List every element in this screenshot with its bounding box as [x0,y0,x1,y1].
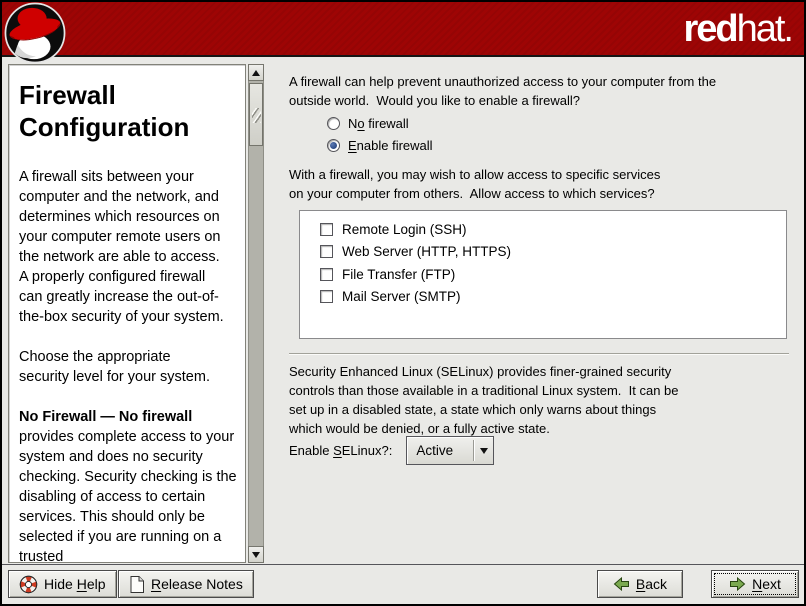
help-paragraph-3: No Firewall — No firewall provides compl… [19,407,237,563]
help-paragraph-3-bold: No Firewall — No firewall [19,409,192,425]
help-scrollbar[interactable] [248,64,264,563]
service-row-smtp[interactable]: Mail Server (SMTP) [320,286,786,309]
selinux-label: Enable SELinux?: [289,443,392,458]
checkbox-icon[interactable] [320,268,333,281]
next-button[interactable]: Next [711,570,799,598]
redhat-shadowman-logo-icon [4,2,66,64]
help-paragraph-3-rest: provides complete access to your system … [19,409,241,563]
wordmark-hat: hat. [737,8,792,50]
arrow-right-icon [729,577,746,591]
service-label: Web Server (HTTP, HTTPS) [342,244,511,259]
help-text-area: Firewall Configuration A firewall sits b… [8,64,246,563]
help-paragraph-2: Choose the appropriate security level fo… [19,347,237,387]
button-bar: Hide Help Release Notes Back Next [2,564,804,604]
help-title: Firewall Configuration [19,79,237,143]
scrollbar-grip-icon [252,108,261,123]
service-row-web[interactable]: Web Server (HTTP, HTTPS) [320,241,786,264]
redhat-wordmark: redhat. [683,10,792,48]
services-list: Remote Login (SSH) Web Server (HTTP, HTT… [299,210,787,339]
help-paragraph-1: A firewall sits between your computer an… [19,167,237,327]
scroll-down-button[interactable] [248,546,264,563]
radio-no-firewall[interactable]: No firewall [327,112,433,134]
hide-help-label: Hide Help [44,576,106,592]
firewall-config-area: A firewall can help prevent unauthorized… [282,64,798,506]
back-button[interactable]: Back [597,570,683,598]
service-row-ssh[interactable]: Remote Login (SSH) [320,218,786,241]
selinux-description-text: Security Enhanced Linux (SELinux) provid… [289,362,679,438]
selinux-dropdown-value: Active [407,437,473,464]
document-icon [129,575,145,594]
top-banner: redhat. [2,2,804,57]
firewall-intro-text: A firewall can help prevent unauthorized… [289,72,716,110]
selinux-dropdown[interactable]: Active [406,436,494,465]
arrow-down-icon [252,552,260,558]
firewall-radio-group: No firewall Enable firewall [327,112,433,156]
chevron-down-icon [474,437,493,464]
hide-help-button[interactable]: Hide Help [8,570,117,598]
back-label: Back [636,576,667,592]
radio-enable-firewall[interactable]: Enable firewall [327,134,433,156]
checkbox-icon[interactable] [320,245,333,258]
life-ring-icon [19,575,38,594]
scrollbar-trough[interactable] [248,81,264,546]
next-label: Next [752,576,781,592]
release-notes-label: Release Notes [151,576,243,592]
horizontal-separator [289,353,789,355]
release-notes-button[interactable]: Release Notes [118,570,254,598]
radio-no-firewall-label: No firewall [348,116,409,131]
checkbox-icon[interactable] [320,290,333,303]
arrow-left-icon [613,577,630,591]
service-label: File Transfer (FTP) [342,267,455,282]
help-panel: Firewall Configuration A firewall sits b… [8,64,264,563]
scrollbar-thumb[interactable] [249,83,263,146]
services-question-text: With a firewall, you may wish to allow a… [289,165,660,203]
selinux-setting-row: Enable SELinux?: Active [289,436,494,465]
radio-button-icon[interactable] [327,117,340,130]
service-row-ftp[interactable]: File Transfer (FTP) [320,263,786,286]
installer-window: redhat. Firewall Configuration A firewal… [0,0,806,606]
checkbox-icon[interactable] [320,223,333,236]
radio-button-selected-icon[interactable] [327,139,340,152]
wordmark-red: red [683,8,736,50]
arrow-up-icon [252,70,260,76]
service-label: Remote Login (SSH) [342,222,467,237]
radio-enable-firewall-label: Enable firewall [348,138,433,153]
service-label: Mail Server (SMTP) [342,289,461,304]
scroll-up-button[interactable] [248,64,264,81]
